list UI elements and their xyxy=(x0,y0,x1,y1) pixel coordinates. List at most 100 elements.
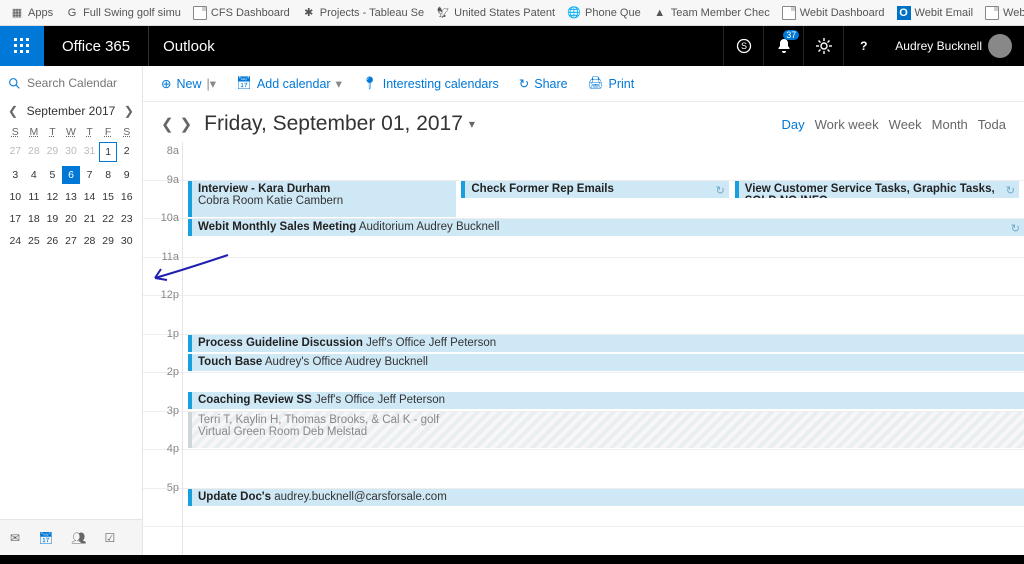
mini-day[interactable]: 30 xyxy=(117,232,136,250)
mini-day[interactable]: 27 xyxy=(62,232,81,250)
date-picker-caret[interactable]: ▾ xyxy=(469,117,475,131)
bookmark-label: Webit LM xyxy=(1003,7,1024,19)
new-button[interactable]: ⊕New|▾ xyxy=(161,76,216,91)
time-label: 2p xyxy=(167,366,179,378)
calendar-icon[interactable]: 📅︎ xyxy=(38,531,53,545)
mini-day[interactable]: 6 xyxy=(62,166,81,184)
mini-day[interactable]: 11 xyxy=(25,188,44,206)
view-week[interactable]: Week xyxy=(889,117,922,132)
mini-day[interactable]: 8 xyxy=(99,166,118,184)
mini-prev[interactable]: ❮ xyxy=(8,104,18,118)
mini-day[interactable]: 5 xyxy=(43,166,62,184)
view-month[interactable]: Month xyxy=(932,117,968,132)
user-name: Audrey Bucknell xyxy=(895,39,982,53)
bookmark-item[interactable]: Webit LM xyxy=(981,4,1024,22)
mini-day[interactable]: 26 xyxy=(43,232,62,250)
current-date[interactable]: Friday, September 01, 2017 xyxy=(204,112,463,136)
mini-day[interactable]: 14 xyxy=(80,188,99,206)
mini-day[interactable]: 10 xyxy=(6,188,25,206)
mini-day[interactable]: 16 xyxy=(117,188,136,206)
event-update-docs[interactable]: Update Doc's audrey.bucknell@carsforsale… xyxy=(188,489,1024,506)
mini-day[interactable]: 29 xyxy=(43,142,62,162)
settings-button[interactable] xyxy=(803,26,843,66)
bell-icon xyxy=(776,38,792,54)
next-day[interactable]: ❯ xyxy=(180,115,193,133)
waffle-icon xyxy=(14,38,30,54)
bookmark-item[interactable]: Webit Dashboard xyxy=(778,4,889,22)
mail-icon[interactable]: ✉ xyxy=(10,531,20,545)
bookmark-icon: O xyxy=(897,6,911,20)
mini-day[interactable]: 9 xyxy=(117,166,136,184)
bookmark-icon xyxy=(782,6,796,20)
bookmark-item[interactable]: 🌐Phone Que xyxy=(563,4,645,22)
app-launcher[interactable] xyxy=(0,26,44,66)
mini-day[interactable]: 29 xyxy=(99,232,118,250)
mini-day[interactable]: 24 xyxy=(6,232,25,250)
mini-day[interactable]: 13 xyxy=(62,188,81,206)
bookmark-item[interactable]: ✱Projects - Tableau Se xyxy=(298,4,428,22)
mini-day[interactable]: 17 xyxy=(6,210,25,228)
event-interview[interactable]: Interview - Kara DurhamCobra Room Katie … xyxy=(188,181,456,217)
day-grid[interactable]: 8a9a10a11a12p1p2p3p4p5p Interview - Kara… xyxy=(143,142,1024,555)
add-calendar-button[interactable]: 📅︎Add calendar▾ xyxy=(236,76,342,91)
mini-day[interactable]: 4 xyxy=(25,166,44,184)
event-touch-base[interactable]: Touch Base Audrey's Office Audrey Buckne… xyxy=(188,354,1024,371)
notification-badge: 37 xyxy=(783,30,799,40)
bookmark-item[interactable]: GFull Swing golf simu xyxy=(61,4,185,22)
notifications-button[interactable]: 37 xyxy=(763,26,803,66)
mini-day[interactable]: 15 xyxy=(99,188,118,206)
mini-day[interactable]: 3 xyxy=(6,166,25,184)
mini-day[interactable]: 31 xyxy=(80,142,99,162)
view-today[interactable]: Toda xyxy=(978,117,1006,132)
mini-day[interactable]: 27 xyxy=(6,142,25,162)
prev-day[interactable]: ❮ xyxy=(161,115,174,133)
mini-day[interactable]: 23 xyxy=(117,210,136,228)
user-menu[interactable]: Audrey Bucknell xyxy=(883,34,1024,58)
mini-day[interactable]: 21 xyxy=(80,210,99,228)
mini-day[interactable]: 20 xyxy=(62,210,81,228)
bookmark-item[interactable]: ▦Apps xyxy=(6,4,57,22)
event-coaching[interactable]: Coaching Review SS Jeff's Office Jeff Pe… xyxy=(188,392,1024,409)
help-button[interactable]: ? xyxy=(843,26,883,66)
event-guideline[interactable]: Process Guideline Discussion Jeff's Offi… xyxy=(188,335,1024,352)
refresh-icon: ↻ xyxy=(1006,184,1015,197)
mini-dow: W xyxy=(62,126,81,138)
mini-day[interactable]: 28 xyxy=(25,142,44,162)
bookmark-item[interactable]: ▲Team Member Chec xyxy=(649,4,774,22)
search-input[interactable] xyxy=(27,76,127,90)
skype-icon: S xyxy=(736,38,752,54)
time-label: 10a xyxy=(161,212,179,224)
search-calendar[interactable] xyxy=(0,66,142,100)
share-button[interactable]: ↻Share xyxy=(519,76,568,91)
print-button[interactable]: 🖨︎Print xyxy=(588,76,635,91)
event-sales-meeting[interactable]: Webit Monthly Sales Meeting Auditorium A… xyxy=(188,219,1024,236)
mini-day[interactable]: 28 xyxy=(80,232,99,250)
bookmark-icon: G xyxy=(65,6,79,20)
bookmark-item[interactable]: OWebit Email xyxy=(893,4,977,22)
people-icon[interactable]: 👥︎ xyxy=(71,531,86,545)
mini-day[interactable]: 7 xyxy=(80,166,99,184)
mini-day[interactable]: 30 xyxy=(62,142,81,162)
app-name: Outlook xyxy=(148,26,229,66)
mini-day[interactable]: 25 xyxy=(25,232,44,250)
bookmark-item[interactable]: CFS Dashboard xyxy=(189,4,294,22)
event-check-former[interactable]: Check Former Rep Emails↻ xyxy=(461,181,729,198)
view-workweek[interactable]: Work week xyxy=(815,117,879,132)
view-day[interactable]: Day xyxy=(781,117,804,132)
bookmark-icon: 🌐 xyxy=(567,6,581,20)
bookmark-item[interactable]: 🦅︎United States Patent xyxy=(432,4,559,22)
mini-day[interactable]: 22 xyxy=(99,210,118,228)
mini-next[interactable]: ❯ xyxy=(124,104,134,118)
event-golf[interactable]: Terri T, Kaylin H, Thomas Brooks, & Cal … xyxy=(188,412,1024,448)
mini-day[interactable]: 2 xyxy=(117,142,136,162)
view-switcher: Day Work week Week Month Toda xyxy=(781,117,1006,132)
mini-day[interactable]: 12 xyxy=(43,188,62,206)
mini-day[interactable]: 18 xyxy=(25,210,44,228)
interesting-button[interactable]: 📍︎Interesting calendars xyxy=(362,76,499,91)
skype-button[interactable]: S xyxy=(723,26,763,66)
tasks-icon[interactable]: ☑ xyxy=(105,531,116,545)
grid-body[interactable]: Interview - Kara DurhamCobra Room Katie … xyxy=(183,142,1024,555)
mini-day[interactable]: 1 xyxy=(99,142,118,162)
event-customer-tasks[interactable]: View Customer Service Tasks, Graphic Tas… xyxy=(735,181,1019,198)
mini-day[interactable]: 19 xyxy=(43,210,62,228)
